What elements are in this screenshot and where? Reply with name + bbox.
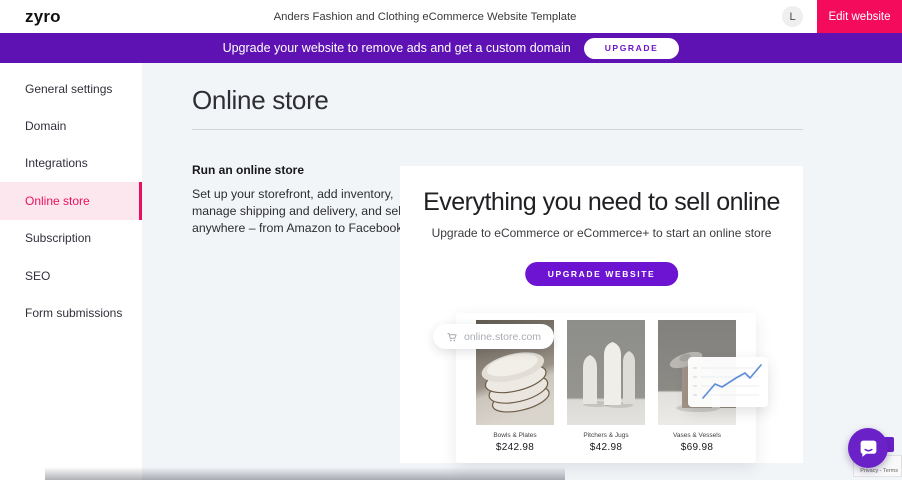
upsell-heading: Everything you need to sell online xyxy=(400,188,803,217)
product-pitchers-jugs: Pitchers & Jugs $42.98 xyxy=(567,320,645,463)
app-window: zyro Anders Fashion and Clothing eCommer… xyxy=(0,0,902,480)
intro-heading: Run an online store xyxy=(192,163,406,177)
mockup-url: online.store.com xyxy=(464,331,541,343)
title-divider xyxy=(192,129,803,130)
product-price: $42.98 xyxy=(590,442,622,453)
settings-sidebar: General settings Domain Integrations Onl… xyxy=(0,63,142,480)
mockup-address-bar: online.store.com xyxy=(433,324,554,349)
edit-website-button[interactable]: Edit website xyxy=(817,0,902,33)
product-price: $69.98 xyxy=(681,442,713,453)
upsell-subheading: Upgrade to eCommerce or eCommerce+ to st… xyxy=(400,226,803,240)
pitchers-photo xyxy=(567,320,645,425)
product-name: Bowls & Plates xyxy=(493,432,536,439)
sidebar-item-subscription[interactable]: Subscription xyxy=(0,220,142,257)
user-avatar[interactable]: L xyxy=(782,6,803,27)
upgrade-website-button[interactable]: UPGRADE WEBSITE xyxy=(525,262,679,286)
sidebar-item-seo[interactable]: SEO xyxy=(0,257,142,294)
chat-bubble-icon xyxy=(858,438,879,459)
upgrade-banner-message: Upgrade your website to remove ads and g… xyxy=(223,41,571,55)
sidebar-item-form-submissions[interactable]: Form submissions xyxy=(0,294,142,331)
sidebar-item-general-settings[interactable]: General settings xyxy=(0,70,142,107)
line-chart-icon xyxy=(688,357,768,407)
sales-chart-card xyxy=(688,357,768,407)
product-name: Vases & Vessels xyxy=(673,432,721,439)
ecommerce-upsell-panel: Everything you need to sell online Upgra… xyxy=(400,166,803,463)
site-title: Anders Fashion and Clothing eCommerce We… xyxy=(274,11,577,23)
recaptcha-terms[interactable]: Privacy - Terms xyxy=(860,468,898,474)
upgrade-button[interactable]: UPGRADE xyxy=(584,38,680,59)
top-header: zyro Anders Fashion and Clothing eCommer… xyxy=(0,0,902,33)
product-name: Pitchers & Jugs xyxy=(583,432,628,439)
main-content: Online store Run an online store Set up … xyxy=(142,63,902,480)
upgrade-banner: Upgrade your website to remove ads and g… xyxy=(0,33,902,63)
sidebar-item-domain[interactable]: Domain xyxy=(0,107,142,144)
intro-section: Run an online store Set up your storefro… xyxy=(192,163,406,237)
cart-icon xyxy=(446,331,458,343)
zyro-logo[interactable]: zyro xyxy=(25,7,61,27)
product-price: $242.98 xyxy=(496,442,534,453)
chat-launcher-button[interactable] xyxy=(848,428,888,468)
intro-description: Set up your storefront, add inventory, m… xyxy=(192,186,406,237)
page-title: Online store xyxy=(192,85,329,116)
sidebar-item-integrations[interactable]: Integrations xyxy=(0,145,142,182)
sidebar-item-online-store[interactable]: Online store xyxy=(0,182,142,219)
